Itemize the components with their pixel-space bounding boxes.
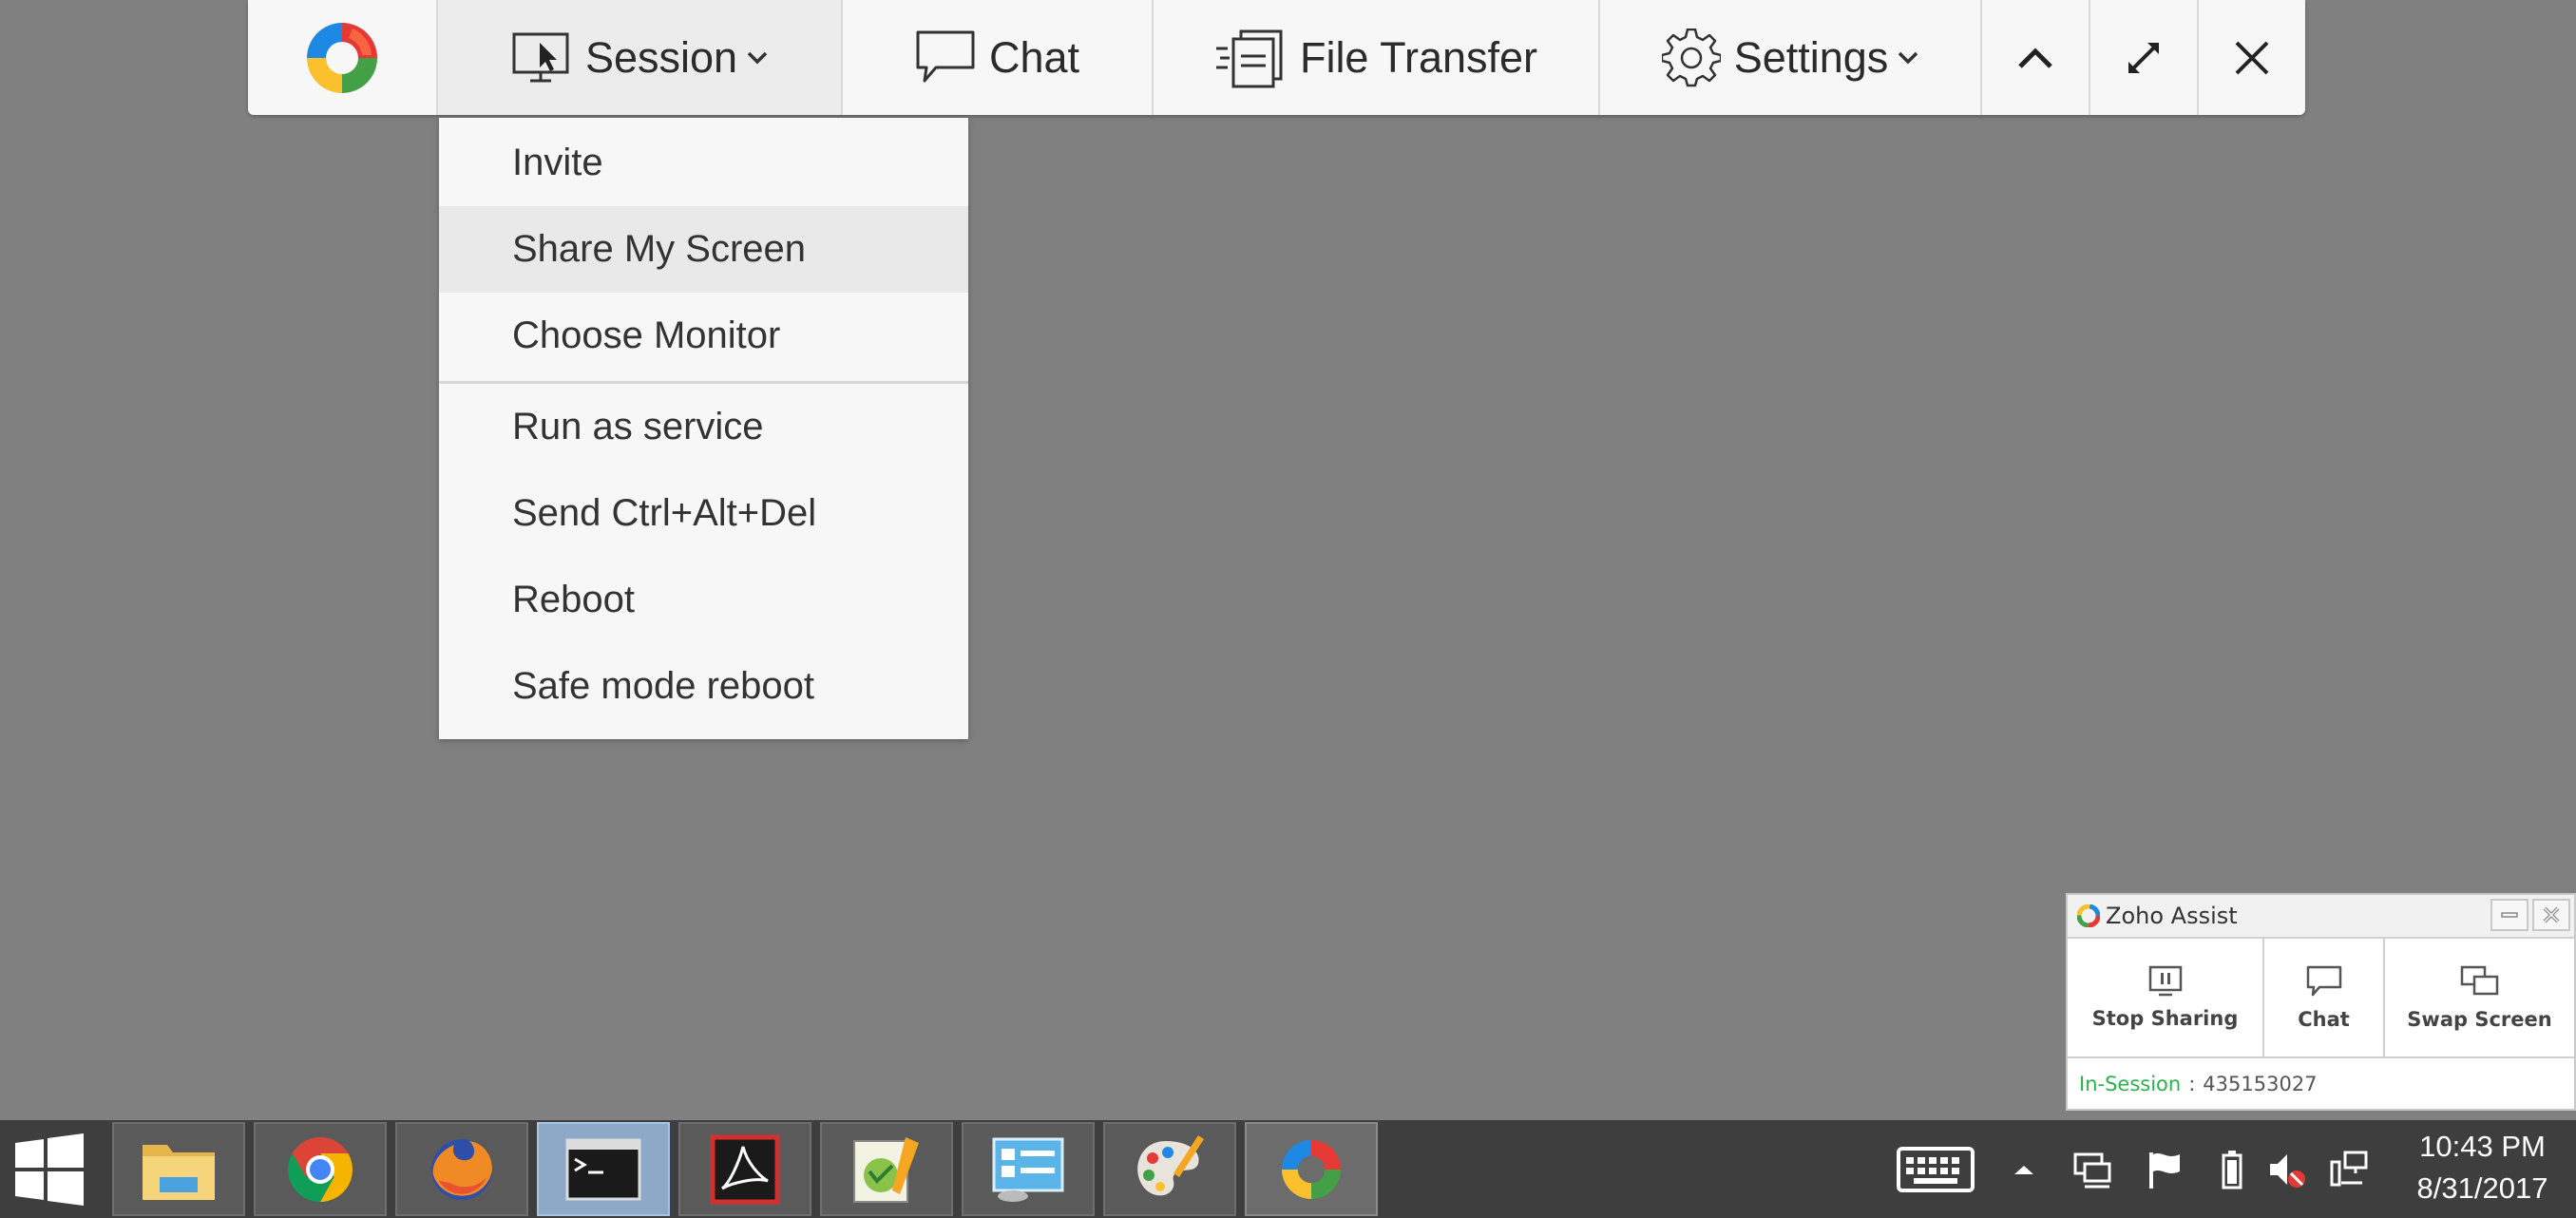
swap-screen-button[interactable]: Swap Screen [2385, 939, 2574, 1056]
file-transfer-button[interactable]: File Transfer [1154, 0, 1600, 115]
status-separator: : [2188, 1072, 2196, 1095]
menu-item-send-ctrl-alt-del[interactable]: Send Ctrl+Alt+Del [439, 470, 968, 557]
menu-item-invite[interactable]: Invite [439, 120, 968, 206]
file-explorer-icon [139, 1135, 219, 1204]
windows-logo-icon [13, 1132, 86, 1206]
file-transfer-label: File Transfer [1299, 32, 1538, 82]
paint-icon [1132, 1133, 1208, 1206]
swap-screen-icon [2459, 964, 2501, 999]
session-toolbar: Session Chat File Transfer Settings [248, 0, 2305, 115]
taskbar-firefox[interactable] [395, 1122, 528, 1216]
chevron-up-icon [2016, 46, 2054, 70]
chevron-down-icon [1898, 51, 1918, 65]
start-button[interactable] [0, 1120, 99, 1218]
tray-battery[interactable] [2218, 1141, 2246, 1198]
chat-button[interactable]: Chat [843, 0, 1154, 115]
taskbar-file-explorer[interactable] [112, 1122, 245, 1216]
expand-icon [2125, 39, 2163, 77]
fullscreen-button[interactable] [2090, 0, 2199, 115]
swap-screen-label: Swap Screen [2407, 1008, 2552, 1031]
acrobat-icon [709, 1133, 781, 1206]
show-hidden-icons-button[interactable] [2010, 1141, 2038, 1198]
collapse-toolbar-button[interactable] [1982, 0, 2090, 115]
tray-network-share[interactable] [2071, 1141, 2113, 1198]
battery-icon [2221, 1149, 2243, 1190]
taskbar-notepad-plus-plus[interactable] [820, 1122, 953, 1216]
flag-icon [2146, 1149, 2184, 1190]
menu-item-reboot[interactable]: Reboot [439, 557, 968, 643]
session-id: 435153027 [2203, 1072, 2318, 1095]
status-label: In-Session [2079, 1072, 2182, 1095]
assist-title-bar[interactable]: Zoho Assist [2068, 895, 2574, 939]
stop-sharing-button[interactable]: Stop Sharing [2068, 939, 2264, 1056]
taskbar: 10:43 PM 8/31/2017 [0, 1120, 2576, 1218]
menu-item-share-my-screen[interactable]: Share My Screen [439, 206, 968, 293]
session-dropdown-menu: Invite Share My Screen Choose Monitor Ru… [439, 118, 968, 739]
clock-date: 8/31/2017 [2416, 1171, 2548, 1205]
menu-item-choose-monitor[interactable]: Choose Monitor [439, 293, 968, 379]
volume-muted-icon [2266, 1149, 2308, 1190]
tray-volume[interactable] [2266, 1141, 2308, 1198]
control-panel-icon [990, 1133, 1066, 1206]
taskbar-acrobat[interactable] [678, 1122, 811, 1216]
tray-network[interactable] [2328, 1141, 2370, 1198]
close-panel-button[interactable] [2532, 899, 2570, 931]
close-session-button[interactable] [2199, 0, 2304, 115]
assist-chat-label: Chat [2298, 1008, 2350, 1031]
zoho-assist-logo-icon [2077, 904, 2100, 927]
chat-bubble-icon [915, 29, 976, 86]
gear-icon [1661, 28, 1721, 87]
tray-clock[interactable]: 10:43 PM 8/31/2017 [2395, 1126, 2570, 1209]
settings-menu-button[interactable]: Settings [1600, 0, 1982, 115]
keyboard-icon [1896, 1146, 1975, 1193]
assist-chat-button[interactable]: Chat [2264, 939, 2385, 1056]
assist-title: Zoho Assist [2106, 903, 2238, 929]
session-menu-button[interactable]: Session [438, 0, 843, 115]
file-transfer-icon [1214, 28, 1287, 88]
menu-item-run-as-service[interactable]: Run as service [439, 384, 968, 470]
network-share-icon [2071, 1149, 2113, 1190]
session-status: In-Session : 435153027 [2068, 1058, 2574, 1109]
minimize-button[interactable] [2490, 899, 2528, 931]
monitor-cursor-icon [511, 31, 572, 85]
firefox-icon [426, 1133, 498, 1206]
chevron-down-icon [747, 51, 768, 65]
chat-label: Chat [988, 32, 1080, 82]
taskbar-control-panel[interactable] [962, 1122, 1095, 1216]
command-prompt-icon [565, 1138, 641, 1201]
clock-time: 10:43 PM [2419, 1130, 2546, 1163]
taskbar-zoho-assist[interactable] [1245, 1122, 1378, 1216]
menu-item-safe-mode-reboot[interactable]: Safe mode reboot [439, 643, 968, 730]
touch-keyboard-button[interactable] [1896, 1141, 1975, 1198]
chrome-icon [284, 1133, 356, 1206]
pause-monitor-icon [2148, 965, 2183, 998]
stop-sharing-label: Stop Sharing [2091, 1007, 2239, 1030]
tray-action-center[interactable] [2146, 1141, 2184, 1198]
chevron-up-icon [2013, 1163, 2035, 1176]
taskbar-chrome[interactable] [254, 1122, 387, 1216]
notepad-plus-plus-icon [849, 1133, 925, 1206]
zoho-assist-panel: Zoho Assist Stop Sharing Chat Swap Scree… [2066, 893, 2576, 1111]
network-icon [2328, 1149, 2370, 1190]
taskbar-command-prompt[interactable] [537, 1122, 670, 1216]
zoho-assist-logo [248, 0, 438, 115]
chat-bubble-icon [2305, 964, 2343, 999]
zoho-assist-icon [1278, 1135, 1345, 1204]
settings-label: Settings [1733, 32, 1889, 82]
close-icon [2234, 40, 2270, 76]
taskbar-paint[interactable] [1103, 1122, 1236, 1216]
session-label: Session [584, 32, 738, 82]
